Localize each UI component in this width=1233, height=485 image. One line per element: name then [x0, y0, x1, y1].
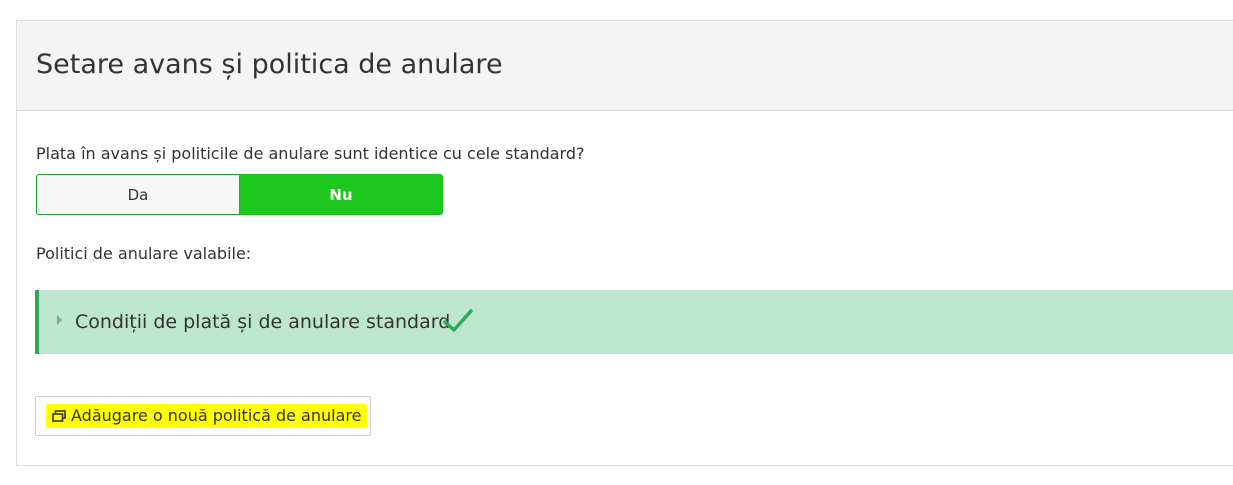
- add-button-label: Adăugare o nouă politică de anulare: [71, 406, 362, 425]
- panel-header: Setare avans și politica de anulare: [17, 21, 1233, 111]
- policy-item-standard[interactable]: Condiții de plată și de anulare standard: [35, 290, 1233, 354]
- checkmark-icon: [443, 309, 473, 332]
- standard-policy-toggle: Da Nu: [36, 174, 443, 215]
- standard-policy-question: Plata în avans și politicile de anulare …: [36, 144, 585, 163]
- add-cancellation-policy-button[interactable]: Adăugare o nouă politică de anulare: [35, 396, 371, 436]
- policy-item-label: Condiții de plată și de anulare standard: [75, 311, 451, 333]
- toggle-option-da[interactable]: Da: [36, 174, 239, 215]
- toggle-option-nu[interactable]: Nu: [239, 174, 443, 215]
- add-button-highlight: Adăugare o nouă politică de anulare: [46, 404, 368, 428]
- window-restore-icon: [52, 410, 66, 422]
- panel-title: Setare avans și politica de anulare: [36, 49, 503, 80]
- available-policies-label: Politici de anulare valabile:: [36, 244, 252, 263]
- advance-cancellation-panel: Setare avans și politica de anulare Plat…: [16, 20, 1233, 466]
- caret-right-icon[interactable]: [57, 315, 62, 325]
